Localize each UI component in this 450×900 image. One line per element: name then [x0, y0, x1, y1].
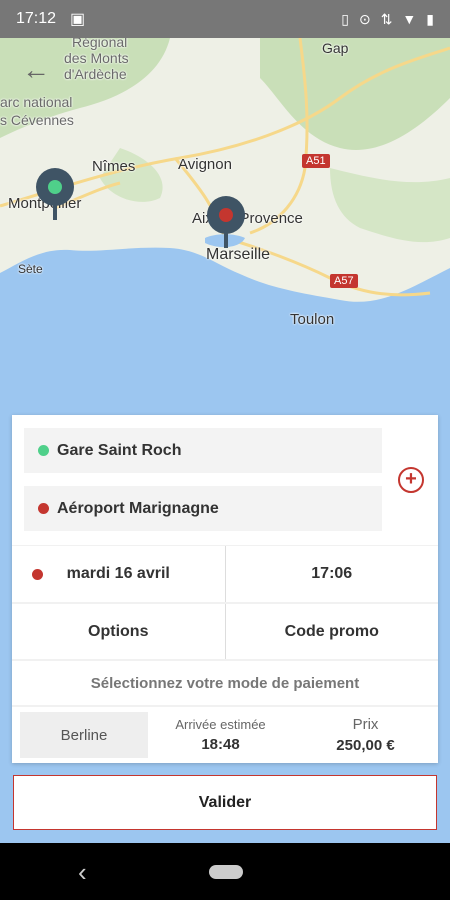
map-label-gap: Gap: [322, 40, 349, 56]
vehicle-row: Berline Arrivée estimée 18:48 Prix 250,0…: [12, 707, 438, 763]
battery-icon: ▮: [426, 10, 434, 27]
location-icon: ⊙: [358, 10, 371, 27]
map-label-ardeche: d'Ardèche: [64, 66, 127, 82]
promo-code-button[interactable]: Code promo: [224, 604, 439, 659]
eta-value: 18:48: [201, 736, 240, 753]
road-badge-a51: A51: [302, 154, 330, 168]
date-selector[interactable]: mardi 16 avril: [12, 546, 225, 602]
time-label: 17:06: [311, 565, 353, 582]
map-label-sete: Sète: [18, 262, 43, 276]
road-badge-a57: A57: [330, 274, 358, 288]
date-dot-icon: [32, 568, 43, 580]
origin-pin[interactable]: [36, 168, 74, 220]
eta-block: Arrivée estimée 18:48: [148, 717, 293, 753]
pickup-field[interactable]: Gare Saint Roch: [24, 428, 382, 473]
dropoff-field[interactable]: Aéroport Marignagne: [24, 486, 382, 531]
status-icons: ▯ ⊙ ⇅ ▼ ▮: [341, 11, 434, 28]
status-time: 17:12: [16, 10, 57, 27]
data-transfer-icon: ⇅: [380, 10, 393, 27]
map-label-cevennes: s Cévennes: [0, 112, 74, 128]
map-label-des-monts: des Monts: [64, 50, 129, 66]
nav-home-icon[interactable]: [209, 865, 243, 879]
destination-pin-dot: [219, 208, 233, 222]
submit-label: Valider: [198, 793, 252, 811]
payment-method-label: Sélectionnez votre mode de paiement: [90, 674, 360, 692]
notification-icon: ▣: [70, 11, 86, 28]
nav-back-icon[interactable]: ‹: [78, 857, 87, 888]
time-selector[interactable]: 17:06: [224, 546, 439, 602]
submit-button[interactable]: Valider: [13, 775, 437, 830]
pickup-label: Gare Saint Roch: [57, 441, 182, 459]
map-label-avignon: Avignon: [178, 156, 232, 173]
map-label-parc-national: arc national: [0, 94, 73, 110]
promo-code-label: Code promo: [284, 622, 379, 640]
back-arrow-icon[interactable]: ←: [22, 56, 50, 84]
dropoff-label: Aéroport Marignagne: [57, 499, 219, 517]
wifi-icon: ▼: [402, 11, 417, 27]
options-button[interactable]: Options: [12, 604, 225, 659]
map-view[interactable]: Régional des Monts d'Ardèche arc nationa…: [0, 38, 450, 432]
dropoff-dot-icon: [38, 503, 49, 514]
add-stop-icon[interactable]: +: [398, 467, 424, 493]
datetime-row: mardi 16 avril 17:06: [12, 546, 438, 602]
options-row: Options Code promo: [12, 604, 438, 659]
pickup-dot-icon: [38, 445, 49, 456]
status-bar: 17:12 ▣ ▯ ⊙ ⇅ ▼ ▮: [0, 0, 450, 38]
price-block: Prix 250,00 €: [293, 716, 438, 754]
vibrate-icon: ▯: [341, 10, 349, 27]
booking-panel: Gare Saint Roch Aéroport Marignagne + ma…: [12, 415, 438, 763]
map-label-regional: Régional: [72, 38, 128, 50]
date-label: mardi 16 avril: [66, 565, 170, 582]
payment-method-selector[interactable]: Sélectionnez votre mode de paiement: [12, 661, 438, 705]
options-label: Options: [88, 622, 149, 640]
vehicle-selector[interactable]: Berline: [20, 712, 148, 758]
price-value: 250,00 €: [336, 737, 395, 754]
navigation-bar: ‹: [0, 843, 450, 900]
eta-label: Arrivée estimée: [175, 717, 266, 732]
vehicle-label: Berline: [60, 726, 108, 744]
price-label: Prix: [352, 716, 379, 733]
map-label-marseille: Marseille: [206, 246, 271, 263]
destination-pin[interactable]: [207, 196, 245, 248]
map-label-nimes: Nîmes: [92, 158, 136, 175]
address-block: Gare Saint Roch Aéroport Marignagne +: [12, 415, 438, 545]
origin-pin-dot: [48, 180, 62, 194]
map-label-toulon: Toulon: [290, 311, 335, 328]
